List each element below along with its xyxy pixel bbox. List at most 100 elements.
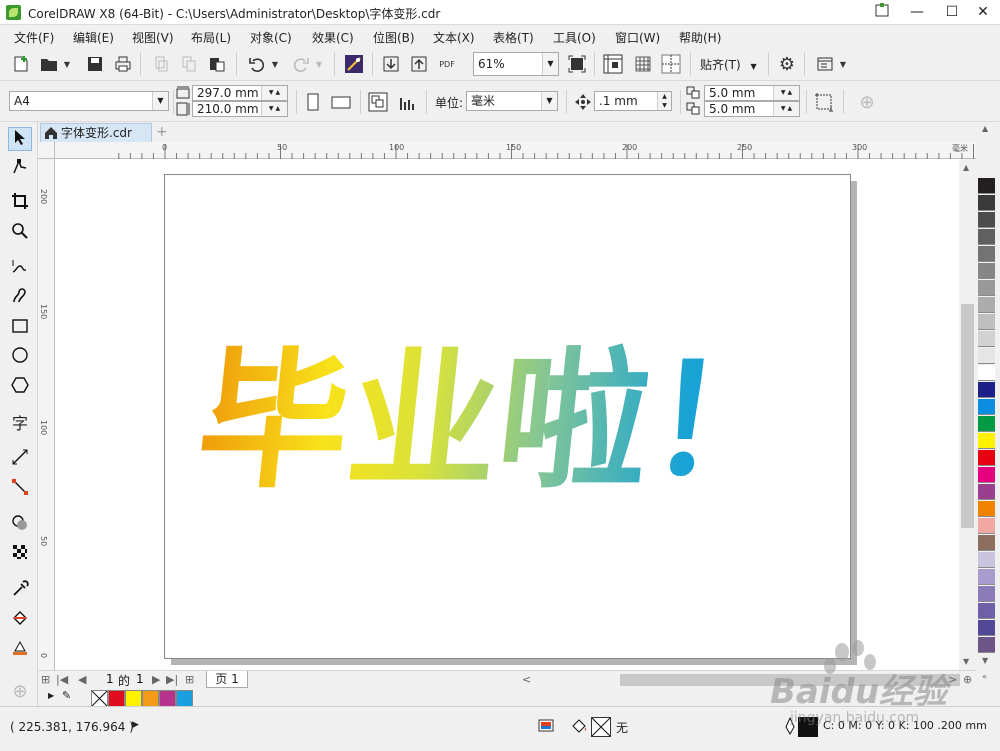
- menu-layout[interactable]: 布局(L): [191, 29, 231, 46]
- palette-color-swatch[interactable]: [978, 280, 995, 296]
- page-width-spinner[interactable]: ▼ ▲: [261, 86, 287, 100]
- menu-help[interactable]: 帮助(H): [679, 29, 721, 46]
- next-page-icon[interactable]: ▶: [152, 673, 160, 686]
- scroll-left-arrow[interactable]: <: [522, 673, 531, 686]
- cut-icon[interactable]: [150, 53, 172, 75]
- zoom-tool-icon[interactable]: [8, 222, 32, 246]
- units-dropdown-icon[interactable]: ▼: [541, 92, 557, 110]
- show-grid-icon[interactable]: [632, 53, 654, 75]
- palette-color-swatch[interactable]: [978, 195, 995, 211]
- menu-view[interactable]: 视图(V): [132, 29, 174, 46]
- show-rulers-icon[interactable]: [602, 53, 624, 75]
- palette-color-swatch[interactable]: [978, 416, 995, 432]
- page-height-field[interactable]: 210.0 mm ▼ ▲: [192, 101, 288, 117]
- palette-color-swatch[interactable]: [978, 246, 995, 262]
- palette-scroll-up-arrow[interactable]: ▲: [982, 124, 988, 133]
- options-gear-icon[interactable]: ⚙: [776, 53, 798, 75]
- artwork-text[interactable]: 毕业啦！: [190, 334, 808, 509]
- menu-text[interactable]: 文本(X): [433, 29, 475, 46]
- doc-palette-arrow-icon[interactable]: ▶: [48, 691, 54, 700]
- palette-color-swatch[interactable]: [978, 348, 995, 364]
- treat-as-filled-icon[interactable]: [813, 91, 835, 113]
- page-height-spinner[interactable]: ▼ ▲: [261, 102, 287, 116]
- snap-to-button[interactable]: 贴齐(T) ▼: [700, 56, 757, 73]
- connector-tool-icon[interactable]: [8, 478, 32, 502]
- menu-effects[interactable]: 效果(C): [312, 29, 354, 46]
- document-tab[interactable]: 字体变形.cdr: [40, 123, 152, 142]
- search-content-icon[interactable]: [343, 53, 365, 75]
- zoom-navigator-icon[interactable]: ⊕: [963, 673, 972, 686]
- copy-icon[interactable]: [178, 53, 200, 75]
- outline-pen-icon[interactable]: [784, 716, 796, 736]
- scroll-down-arrow[interactable]: ▼: [963, 657, 969, 666]
- menu-object[interactable]: 对象(C): [250, 29, 292, 46]
- close-button[interactable]: ✕: [968, 2, 998, 22]
- redo-dropdown-icon[interactable]: ▼: [312, 53, 326, 75]
- palette-color-swatch[interactable]: [978, 229, 995, 245]
- minimize-button[interactable]: —: [902, 2, 932, 22]
- add-page-before-icon[interactable]: ⊞: [41, 673, 50, 686]
- maximize-button[interactable]: ☐: [937, 2, 967, 22]
- artwork[interactable]: 毕业啦！: [165, 175, 852, 660]
- palette-scroll-down-arrow[interactable]: ▼: [982, 656, 988, 665]
- shape-tool-icon[interactable]: [8, 158, 32, 182]
- horizontal-scroll-thumb[interactable]: [620, 674, 960, 686]
- palette-flyout-arrow[interactable]: «: [982, 672, 987, 681]
- launcher-dropdown-icon[interactable]: ▼: [836, 53, 850, 75]
- palette-color-swatch[interactable]: [978, 467, 995, 483]
- vertical-scroll-thumb[interactable]: [961, 304, 974, 528]
- prev-page-icon[interactable]: ◀: [78, 673, 86, 686]
- scroll-right-arrow[interactable]: >: [948, 673, 957, 686]
- palette-color-swatch[interactable]: [978, 501, 995, 517]
- freehand-tool-icon[interactable]: [8, 258, 32, 282]
- show-guidelines-icon[interactable]: [660, 53, 682, 75]
- palette-color-swatch[interactable]: [978, 331, 995, 347]
- ellipse-tool-icon[interactable]: [8, 346, 32, 370]
- nudge-up-arrow[interactable]: ▲: [657, 92, 671, 101]
- parallel-dimension-tool-icon[interactable]: [8, 448, 32, 472]
- palette-color-swatch[interactable]: [978, 484, 995, 500]
- no-color-swatch[interactable]: [91, 690, 108, 707]
- crop-tool-icon[interactable]: [8, 192, 32, 216]
- palette-color-swatch[interactable]: [978, 535, 995, 551]
- full-screen-preview-icon[interactable]: [566, 53, 588, 75]
- menu-bitmaps[interactable]: 位图(B): [373, 29, 415, 46]
- zoom-dropdown-icon[interactable]: ▼: [542, 53, 558, 75]
- menu-table[interactable]: 表格(T): [493, 29, 534, 46]
- menu-edit[interactable]: 编辑(E): [73, 29, 114, 46]
- portrait-orientation-icon[interactable]: [302, 91, 324, 113]
- nudge-distance-field[interactable]: .1 mm ▲ ▼: [594, 91, 672, 111]
- doc-color-swatch[interactable]: [108, 690, 125, 707]
- open-dropdown-icon[interactable]: ▼: [60, 53, 74, 75]
- palette-color-swatch[interactable]: [978, 382, 995, 398]
- text-tool-icon[interactable]: 字: [8, 412, 32, 436]
- fill-none-swatch[interactable]: [591, 717, 611, 737]
- palette-color-swatch[interactable]: [978, 399, 995, 415]
- duplicate-x-field[interactable]: 5.0 mm ▼ ▲: [704, 85, 800, 101]
- paste-icon[interactable]: [206, 53, 228, 75]
- page-width-field[interactable]: 297.0 mm ▼ ▲: [192, 85, 288, 101]
- eyedropper-tool-icon[interactable]: [8, 580, 32, 604]
- doc-color-swatch[interactable]: [176, 690, 193, 707]
- polygon-tool-icon[interactable]: [8, 376, 32, 400]
- page-size-select[interactable]: A4 ▼: [9, 91, 169, 111]
- vertical-scrollbar[interactable]: ▲ ▼: [959, 159, 976, 670]
- publish-pdf-icon[interactable]: PDF: [436, 53, 458, 75]
- current-page-icon[interactable]: [397, 91, 419, 113]
- drop-shadow-tool-icon[interactable]: [8, 514, 32, 538]
- add-page-after-icon[interactable]: ⊞: [185, 673, 194, 686]
- pick-tool-icon[interactable]: [8, 127, 32, 151]
- palette-color-swatch[interactable]: [978, 365, 995, 381]
- horizontal-ruler[interactable]: 0 50 100 150 200 250 300 毫米: [55, 142, 976, 159]
- palette-color-swatch[interactable]: [978, 603, 995, 619]
- help-update-icon[interactable]: [868, 2, 896, 22]
- doc-color-swatch[interactable]: [125, 690, 142, 707]
- palette-color-swatch[interactable]: [978, 450, 995, 466]
- save-icon[interactable]: [84, 53, 106, 75]
- units-select[interactable]: 毫米 ▼: [466, 91, 558, 111]
- palette-color-swatch[interactable]: [978, 569, 995, 585]
- palette-color-swatch[interactable]: [978, 552, 995, 568]
- palette-color-swatch[interactable]: [978, 620, 995, 636]
- undo-icon[interactable]: [246, 53, 268, 75]
- nudge-down-arrow[interactable]: ▼: [657, 101, 671, 110]
